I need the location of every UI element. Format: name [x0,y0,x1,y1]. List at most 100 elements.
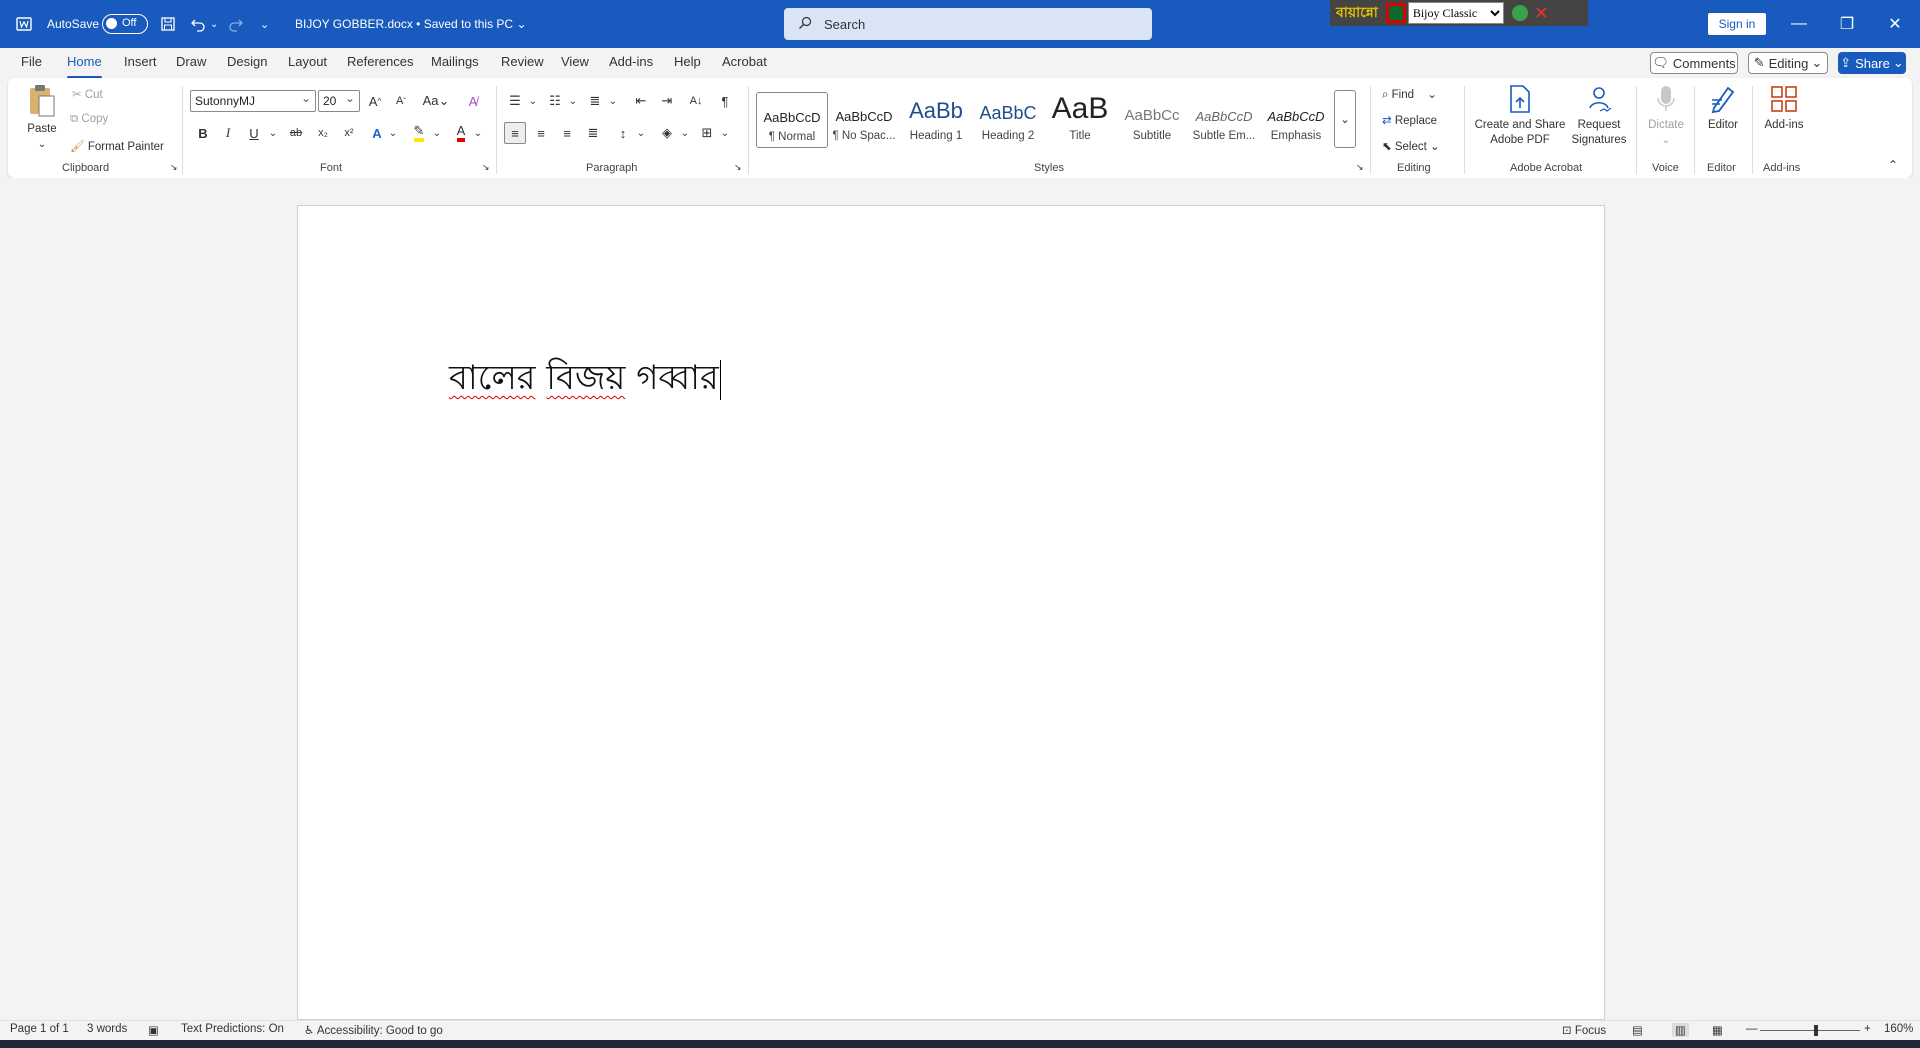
tab-help[interactable]: Help [674,54,701,69]
shrink-font-icon[interactable]: Aˇ [390,90,412,112]
print-layout-icon[interactable]: ▥ [1672,1023,1689,1037]
word-count[interactable]: 3 words [87,1023,127,1035]
tab-references[interactable]: References [347,54,413,69]
paste-button[interactable]: Paste ⌄ [22,84,62,152]
style-no-spacing[interactable]: AaBbCcD ¶ No Spac... [828,92,900,148]
copy-button[interactable]: ⧉ Copy [70,113,108,126]
show-formatting-icon[interactable]: ¶ [714,90,736,112]
tab-home[interactable]: Home [67,54,102,79]
select-button[interactable]: ⬉ Select ⌄ [1382,139,1440,153]
document-page[interactable] [297,205,1605,1020]
bijoy-go-icon[interactable] [1511,5,1528,21]
multilevel-dropdown-icon[interactable]: ⌄ [602,90,624,112]
tab-addins[interactable]: Add-ins [609,54,653,69]
minimize-icon[interactable]: — [1776,0,1822,48]
comments-button[interactable]: 🗨 Comments [1650,52,1738,74]
save-icon[interactable] [156,12,180,36]
bijoy-font-select[interactable]: Bijoy Classic [1407,2,1504,24]
editor-button[interactable]: Editor [1702,84,1744,133]
strikethrough-icon[interactable]: ab [285,122,307,144]
format-painter-button[interactable]: 🖌 Format Painter [70,139,164,153]
zoom-slider-track[interactable] [1760,1030,1860,1031]
style-heading-2[interactable]: AaBbC Heading 2 [972,92,1044,148]
zoom-out-icon[interactable]: — [1746,1023,1758,1035]
style-subtitle[interactable]: AaBbCc Subtitle [1116,92,1188,148]
clear-formatting-icon[interactable]: A̸ [462,90,484,112]
replace-button[interactable]: ⇄ Replace [1382,113,1437,127]
borders-dropdown-icon[interactable]: ⌄ [714,122,736,144]
document-word[interactable]: বালের [449,358,535,398]
tab-review[interactable]: Review [501,54,544,69]
font-launcher-icon[interactable]: ↘ [482,162,490,173]
align-center-icon[interactable]: ≡ [530,122,552,144]
superscript-icon[interactable]: x² [338,122,360,144]
align-left-icon[interactable]: ≡ [504,122,526,144]
subscript-icon[interactable]: x₂ [312,122,334,144]
bullets-dropdown-icon[interactable]: ⌄ [522,90,544,112]
sort-icon[interactable]: A↓ [685,90,707,112]
styles-gallery-more-icon[interactable]: ⌄ [1334,90,1356,148]
tab-mailings[interactable]: Mailings [431,54,479,69]
undo-dropdown-icon[interactable]: ⌄ [210,0,218,48]
style-heading-1[interactable]: AaBb Heading 1 [900,92,972,148]
style-normal[interactable]: AaBbCcD ¶ Normal [756,92,828,148]
line-spacing-dropdown-icon[interactable]: ⌄ [630,122,652,144]
change-case-icon[interactable]: Aa⌄ [420,90,452,112]
zoom-in-icon[interactable]: + [1864,1023,1871,1035]
redo-icon[interactable] [224,12,248,36]
numbering-dropdown-icon[interactable]: ⌄ [562,90,584,112]
customize-toolbar-icon[interactable]: ⌄ [260,0,269,48]
paragraph-launcher-icon[interactable]: ↘ [734,162,742,173]
decrease-indent-icon[interactable]: ⇤ [630,90,652,112]
underline-dropdown-icon[interactable]: ⌄ [262,122,284,144]
font-size-combo[interactable]: 20 [318,90,360,112]
text-effects-dropdown-icon[interactable]: ⌄ [382,122,404,144]
undo-icon[interactable] [186,12,210,36]
document-word[interactable]: বিজয় [546,358,625,398]
font-name-combo[interactable]: SutonnyMJ [190,90,316,112]
tab-draw[interactable]: Draw [176,54,206,69]
tab-view[interactable]: View [561,54,589,69]
share-button[interactable]: ⇪ Share ⌄ [1838,52,1906,74]
highlight-dropdown-icon[interactable]: ⌄ [426,122,448,144]
clipboard-launcher-icon[interactable]: ↘ [170,162,178,173]
collapse-ribbon-icon[interactable]: ⌃ [1888,158,1898,172]
document-body-text[interactable]: বালের বিজয় গব্বার [449,352,722,409]
proofing-icon[interactable]: ▣ [148,1023,159,1037]
accessibility-status[interactable]: ♿ Accessibility: Good to go [304,1023,443,1037]
close-icon[interactable]: ✕ [1872,0,1918,48]
find-button[interactable]: ⌕ Find ⌄ [1382,87,1437,102]
tab-insert[interactable]: Insert [124,54,157,69]
zoom-level[interactable]: 160% [1884,1023,1913,1035]
signin-button[interactable]: Sign in [1708,13,1766,35]
bangladesh-flag-icon[interactable] [1385,3,1406,23]
tab-file[interactable]: File [21,54,42,69]
style-title[interactable]: AaB Title [1044,92,1116,148]
create-share-pdf-button[interactable]: Create and Share Adobe PDF [1472,84,1568,148]
shading-dropdown-icon[interactable]: ⌄ [674,122,696,144]
justify-icon[interactable]: ≣ [582,122,604,144]
word-app-icon[interactable] [12,12,36,36]
tab-design[interactable]: Design [227,54,267,69]
zoom-slider-thumb[interactable] [1814,1025,1818,1036]
search-box[interactable]: Search [784,8,1152,40]
web-layout-icon[interactable]: ▦ [1712,1023,1723,1037]
increase-indent-icon[interactable]: ⇥ [656,90,678,112]
tab-layout[interactable]: Layout [288,54,327,69]
editing-mode-button[interactable]: ✎ Editing ⌄ [1748,52,1828,74]
text-predictions-status[interactable]: Text Predictions: On [181,1023,284,1035]
style-emphasis[interactable]: AaBbCcD Emphasis [1260,92,1332,148]
align-right-icon[interactable]: ≡ [556,122,578,144]
dictate-button[interactable]: Dictate ⌄ [1644,84,1688,148]
focus-button[interactable]: ⊡ Focus [1562,1023,1606,1037]
italic-icon[interactable]: I [217,122,239,144]
font-color-dropdown-icon[interactable]: ⌄ [467,122,489,144]
addins-button[interactable]: Add-ins [1760,84,1808,133]
bold-icon[interactable]: B [192,122,214,144]
cut-button[interactable]: ✂ Cut [72,87,103,101]
document-title[interactable]: BIJOY GOBBER.docx • Saved to this PC ⌄ [295,0,527,48]
autosave-toggle[interactable]: Off [102,14,148,34]
tab-acrobat[interactable]: Acrobat [722,54,767,69]
document-word[interactable]: গব্বার [636,358,719,398]
restore-icon[interactable]: ❐ [1824,0,1870,48]
